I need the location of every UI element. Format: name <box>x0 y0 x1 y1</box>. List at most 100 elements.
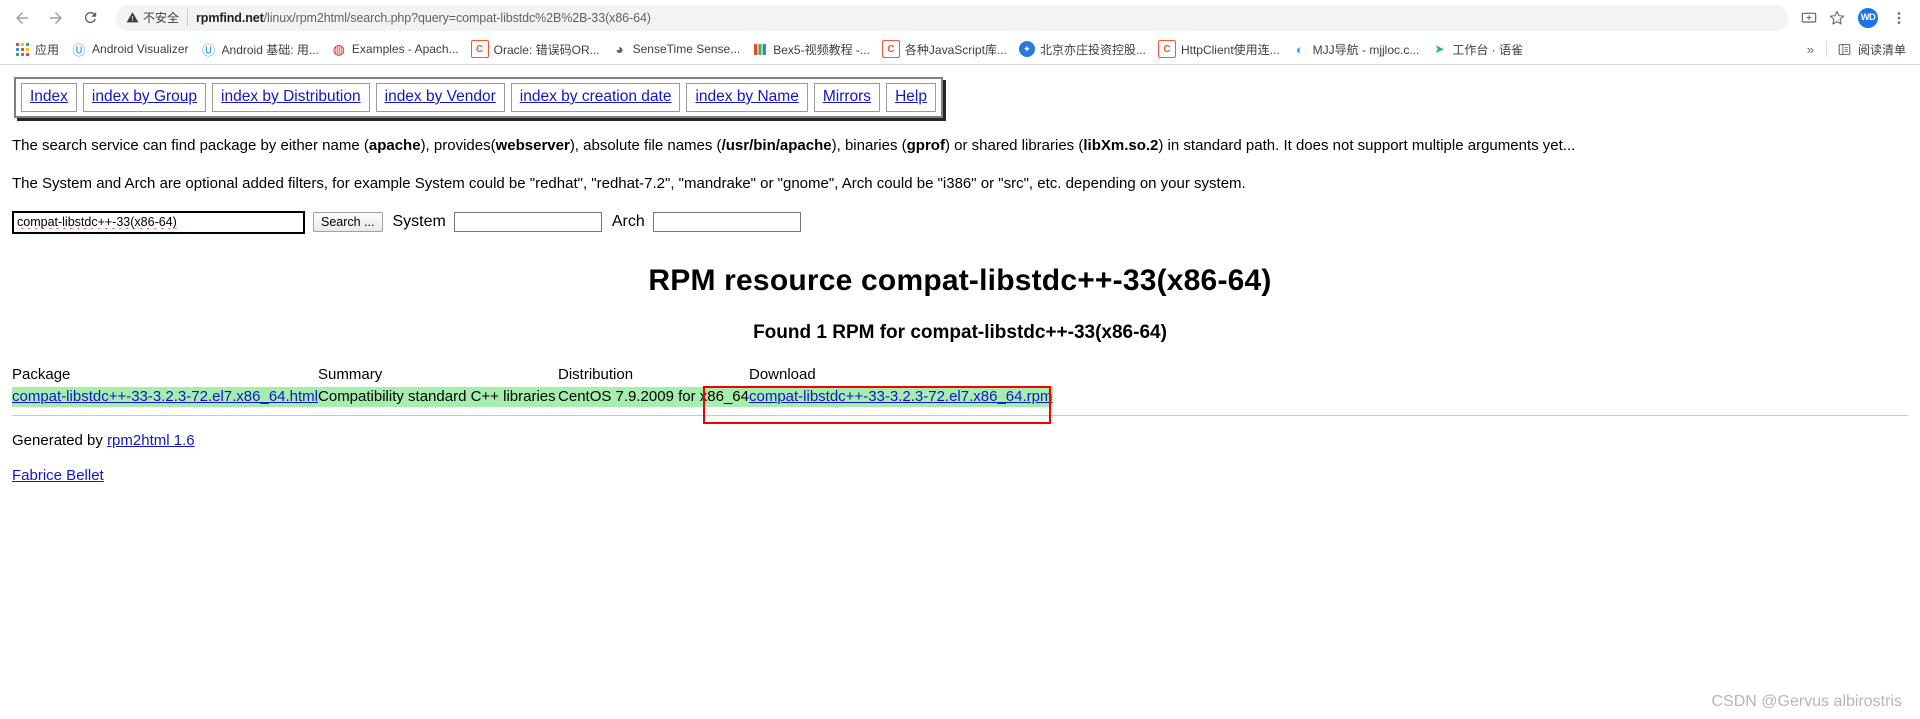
header-download: Download <box>748 365 816 383</box>
nav-item-help[interactable]: Help <box>886 83 936 112</box>
bookmark-item-9[interactable]: ◐ MJJ导航 - mjjloc.c... <box>1286 38 1426 60</box>
sensetime-icon: ◕ <box>615 41 624 57</box>
nav-link[interactable]: index by creation date <box>520 88 672 105</box>
security-status[interactable]: 不安全 <box>126 9 189 26</box>
bookmark-item-10[interactable]: ➤ 工作台 · 语雀 <box>1425 38 1529 60</box>
search-submit-button[interactable]: Search ... <box>313 212 383 232</box>
download-link[interactable]: compat-libstdc++-33-3.2.3-72.el7.x86_64.… <box>749 388 1053 405</box>
browser-menu-button[interactable] <box>1886 5 1912 31</box>
arch-filter-label: Arch <box>611 213 645 230</box>
rpm2html-link[interactable]: rpm2html 1.6 <box>107 432 195 449</box>
profile-avatar[interactable]: WD <box>1858 7 1878 28</box>
bookmark-item-3[interactable]: C Oracle: 错误码OR... <box>465 38 606 60</box>
nav-link[interactable]: index by Distribution <box>221 88 361 105</box>
bookmark-item-1[interactable]: Ⓤ Android 基础: 用... <box>195 38 325 60</box>
url-path: /linux/rpm2html/search.php?query=compat-… <box>263 10 651 25</box>
bookmarks-divider <box>1825 41 1827 57</box>
header-distribution: Distribution <box>558 365 634 383</box>
bookmark-label: 各种JavaScript库... <box>904 42 1007 57</box>
back-button[interactable] <box>8 4 36 32</box>
generated-by-line: Generated by rpm2html 1.6 <box>12 432 1920 449</box>
bookmark-star-button[interactable] <box>1824 5 1850 31</box>
table-row: compat-libstdc++-33-3.2.3-72.el7.x86_64.… <box>12 386 1053 407</box>
system-filter-input[interactable] <box>453 212 602 232</box>
header-summary: Summary <box>318 365 383 383</box>
intro-example-provides: webserver <box>495 137 570 154</box>
reading-list-icon <box>1837 41 1853 57</box>
android-visualizer-icon: Ⓤ <box>72 42 86 58</box>
address-bar[interactable]: 不安全 rpmfind.net/linux/rpm2html/search.ph… <box>116 4 1788 31</box>
search-query-input[interactable] <box>12 210 305 234</box>
nav-item-index-by-distribution[interactable]: index by Distribution <box>212 83 370 112</box>
reading-list-button[interactable]: 阅读清单 <box>1831 38 1912 60</box>
cell-distribution: CentOS 7.9.2009 for x86_64 <box>558 386 749 407</box>
cell-download: compat-libstdc++-33-3.2.3-72.el7.x86_64.… <box>748 386 1053 407</box>
bookmark-item-8[interactable]: C HttpClient使用连... <box>1152 38 1286 60</box>
bookmark-item-4[interactable]: ◕ SenseTime Sense... <box>606 38 747 60</box>
header-package: Package <box>12 365 71 383</box>
star-icon <box>1829 10 1845 25</box>
intro-paragraph-1: The search service can find package by e… <box>12 136 1920 156</box>
toolbar-right-actions: WD <box>1794 5 1912 31</box>
bookmark-item-7[interactable]: ✦ 北京亦庄投资控股... <box>1013 38 1152 60</box>
bookmark-apps[interactable]: 应用 <box>8 38 65 60</box>
cell-package: compat-libstdc++-33-3.2.3-72.el7.x86_64.… <box>12 386 319 407</box>
intro-example-library: libXm.so.2 <box>1083 137 1159 154</box>
nav-item-index-by-creation-date[interactable]: index by creation date <box>510 83 681 112</box>
bookmark-item-0[interactable]: Ⓤ Android Visualizer <box>65 38 195 60</box>
mjj-icon: ◐ <box>1295 41 1304 57</box>
author-link[interactable]: Fabrice Bellet <box>12 467 104 484</box>
arch-filter-input[interactable] <box>652 212 801 232</box>
bookmark-label: Bex5-视频教程 -... <box>773 42 870 57</box>
intro-text: The search service can find package by e… <box>12 137 369 154</box>
system-filter-label: System <box>392 213 446 230</box>
package-link[interactable]: compat-libstdc++-33-3.2.3-72.el7.x86_64.… <box>12 388 318 405</box>
yuque-icon: ➤ <box>1434 42 1445 56</box>
security-label: 不安全 <box>143 11 180 25</box>
overflow-chevron-icon: » <box>1806 41 1814 57</box>
profile-initials: WD <box>1860 12 1876 23</box>
forward-button[interactable] <box>42 4 70 32</box>
generated-by-text: Generated by <box>12 431 108 449</box>
browser-toolbar: 不安全 rpmfind.net/linux/rpm2html/search.ph… <box>0 0 1920 35</box>
intro-paragraph-2: The System and Arch are optional added f… <box>12 175 1246 193</box>
nav-item-mirrors[interactable]: Mirrors <box>813 83 881 112</box>
bookmark-label: 北京亦庄投资控股... <box>1039 42 1146 57</box>
intro-text: ), absolute file names ( <box>569 137 722 154</box>
bookmark-item-5[interactable]: Bex5-视频教程 -... <box>746 38 876 60</box>
bookmark-apps-label: 应用 <box>35 42 60 57</box>
bookmark-item-6[interactable]: C 各种JavaScript库... <box>876 38 1013 60</box>
nav-link[interactable]: Mirrors <box>823 88 871 105</box>
url-host: rpmfind.net <box>196 10 264 25</box>
nav-item-index-by-vendor[interactable]: index by Vendor <box>375 83 505 112</box>
forward-arrow-icon <box>50 11 62 24</box>
results-table-body: compat-libstdc++-33-3.2.3-72.el7.x86_64.… <box>12 386 1053 407</box>
bookmarks-overflow-button[interactable]: » <box>1799 42 1822 57</box>
bookmark-label: SenseTime Sense... <box>632 42 741 56</box>
page-content: Index index by Group index by Distributi… <box>0 65 1920 484</box>
browser-chrome: 不安全 rpmfind.net/linux/rpm2html/search.ph… <box>0 0 1920 65</box>
bookmark-label: Examples - Apach... <box>351 42 459 56</box>
nav-link[interactable]: index by Name <box>695 88 798 105</box>
nav-link[interactable]: index by Group <box>92 88 197 105</box>
reload-button[interactable] <box>76 4 104 32</box>
table-header-row: Package Summary Distribution Download <box>12 366 1053 387</box>
nav-link[interactable]: index by Vendor <box>385 88 496 105</box>
csdn-icon: C <box>881 40 900 58</box>
csdn-icon: C <box>470 40 489 58</box>
intro-example-binary: gprof <box>906 137 945 154</box>
nav-item-index-by-name[interactable]: index by Name <box>686 83 808 112</box>
bookmark-item-2[interactable]: ◍ Examples - Apach... <box>325 38 465 60</box>
intro-text: ), provides( <box>420 137 496 154</box>
site-navigation-box: Index index by Group index by Distributi… <box>14 77 943 118</box>
reading-list-label: 阅读清单 <box>1857 42 1906 57</box>
watermark: CSDN @Gervus albirostris <box>1711 693 1903 710</box>
bookmark-label: 工作台 · 语雀 <box>1452 42 1524 57</box>
apps-grid-icon <box>14 41 30 57</box>
nav-item-index-by-group[interactable]: index by Group <box>82 83 207 112</box>
nav-link[interactable]: Index <box>30 88 68 105</box>
reload-icon <box>84 11 96 24</box>
share-screen-button[interactable] <box>1796 5 1822 31</box>
nav-item-index[interactable]: Index <box>21 83 77 112</box>
nav-link[interactable]: Help <box>895 88 927 105</box>
